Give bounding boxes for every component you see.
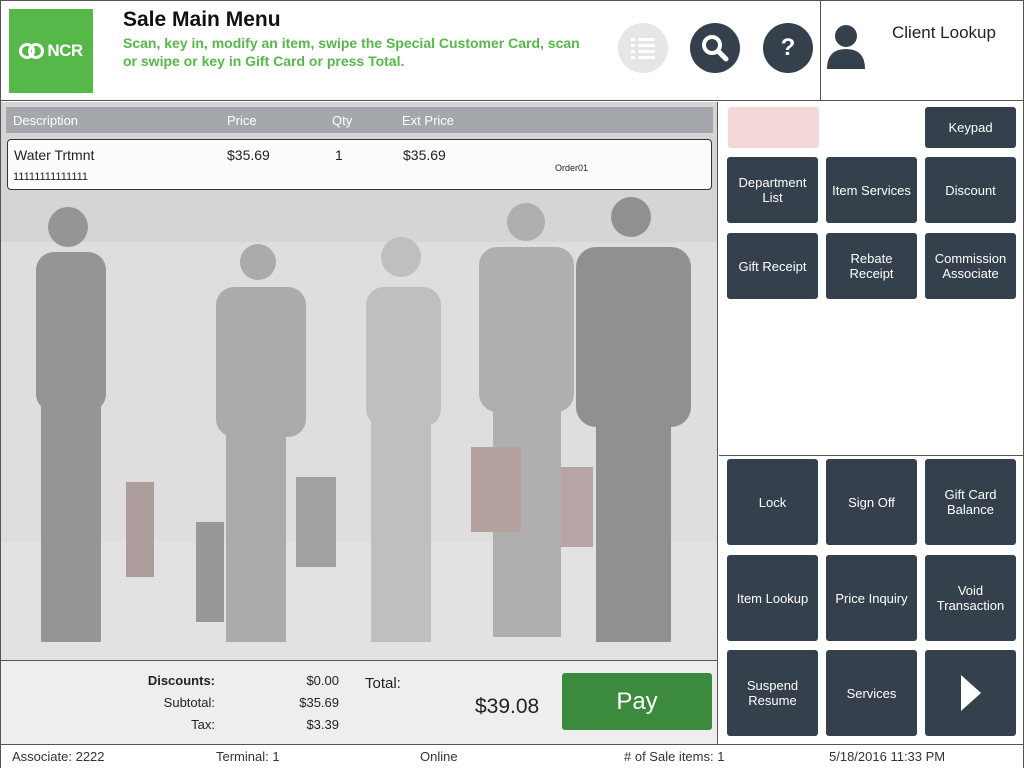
associate-status: Associate: 2222 xyxy=(12,749,105,764)
tax-value: $3.39 xyxy=(306,717,339,732)
lock-button[interactable]: Lock xyxy=(727,459,818,545)
rebate-receipt-button[interactable]: Rebate Receipt xyxy=(826,233,917,299)
tax-label: Tax: xyxy=(191,717,215,732)
subtotal-value: $35.69 xyxy=(299,695,339,710)
pos-app: NCR Sale Main Menu Scan, key in, modify … xyxy=(0,0,1024,768)
page-instructions: Scan, key in, modify an item, swipe the … xyxy=(123,35,580,69)
discounts-value: $0.00 xyxy=(306,673,339,688)
header-divider xyxy=(820,1,821,101)
search-icon[interactable] xyxy=(690,23,740,73)
column-price: Price xyxy=(227,113,257,128)
item-sku: 11111111111111 xyxy=(13,171,89,183)
item-ext-price: $35.69 xyxy=(403,147,446,163)
function-panel: Back Keypad Department List Item Service… xyxy=(719,102,1023,744)
item-table-header: Description Price Qty Ext Price xyxy=(6,107,713,133)
logo-rings-icon xyxy=(19,43,45,59)
commission-associate-button[interactable]: Commission Associate xyxy=(925,233,1016,299)
logo-text: NCR xyxy=(47,41,83,60)
chevron-right-icon xyxy=(960,675,981,711)
void-transaction-button[interactable]: Void Transaction xyxy=(925,555,1016,641)
column-ext-price: Ext Price xyxy=(402,113,455,128)
discounts-label: Discounts: xyxy=(147,673,215,688)
department-list-button[interactable]: Department List xyxy=(727,157,818,223)
total-label: Total: xyxy=(365,675,401,692)
discount-button[interactable]: Discount xyxy=(925,157,1016,223)
price-inquiry-button[interactable]: Price Inquiry xyxy=(826,555,917,641)
item-qty: 1 xyxy=(335,147,343,163)
item-services-button[interactable]: Item Services xyxy=(826,157,917,223)
ncr-logo: NCR xyxy=(9,9,93,93)
gift-receipt-button[interactable]: Gift Receipt xyxy=(727,233,818,299)
back-button-disabled: Back xyxy=(728,107,819,148)
header: NCR Sale Main Menu Scan, key in, modify … xyxy=(1,1,1023,101)
sign-off-button[interactable]: Sign Off xyxy=(826,459,917,545)
status-bar: Associate: 2222 Terminal: 1 Online # of … xyxy=(1,744,1023,768)
gift-card-balance-button[interactable]: Gift Card Balance xyxy=(925,459,1016,545)
item-lookup-button[interactable]: Item Lookup xyxy=(727,555,818,641)
keypad-button[interactable]: Keypad xyxy=(925,107,1016,148)
page-title: Sale Main Menu xyxy=(123,8,281,31)
table-row[interactable]: Water Trtmnt 11111111111111 $35.69 1 $35… xyxy=(7,139,712,190)
next-page-button[interactable] xyxy=(925,650,1016,736)
totals-panel: Discounts: Subtotal: Tax: $0.00 $35.69 $… xyxy=(1,660,718,744)
client-lookup-label[interactable]: Client Lookup xyxy=(892,23,996,43)
item-price: $35.69 xyxy=(227,147,270,163)
sale-items-count: # of Sale items: 1 xyxy=(624,749,725,764)
pay-button[interactable]: Pay xyxy=(562,673,712,730)
user-icon[interactable] xyxy=(825,23,867,69)
suspend-resume-button[interactable]: Suspend Resume xyxy=(727,650,818,736)
subtotal-label: Subtotal: xyxy=(163,695,215,710)
online-status: Online xyxy=(420,749,458,764)
panel-divider xyxy=(719,455,1023,456)
transaction-area: Description Price Qty Ext Price Water Tr… xyxy=(1,102,718,660)
terminal-status: Terminal: 1 xyxy=(216,749,280,764)
numbered-list-icon[interactable] xyxy=(618,23,668,73)
total-value: $39.08 xyxy=(475,695,540,718)
services-button[interactable]: Services xyxy=(826,650,917,736)
column-qty: Qty xyxy=(332,113,353,128)
column-description: Description xyxy=(13,113,79,128)
item-order: Order01 xyxy=(555,163,589,173)
item-description: Water Trtmnt xyxy=(14,147,95,163)
help-icon[interactable]: ? xyxy=(763,23,813,73)
datetime: 5/18/2016 11:33 PM xyxy=(829,749,946,764)
